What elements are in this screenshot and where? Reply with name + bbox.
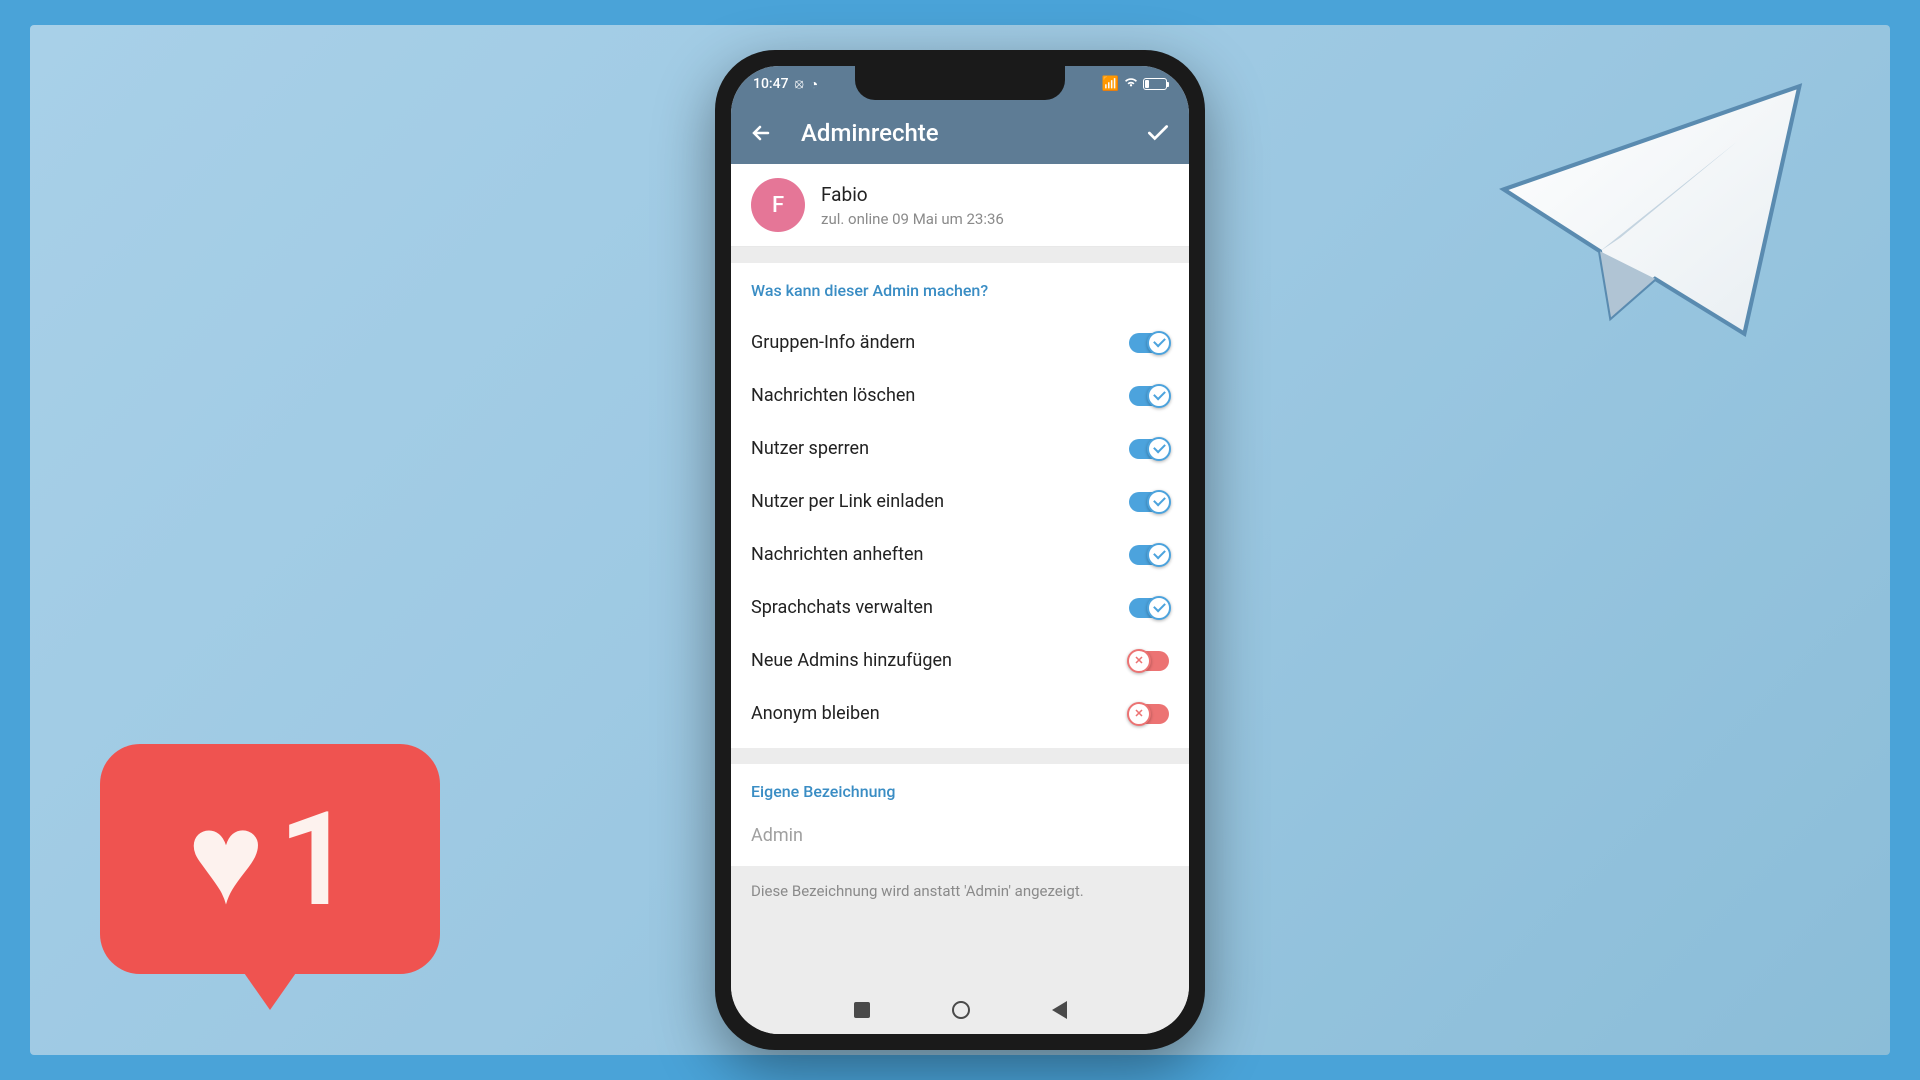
permission-label: Nachrichten löschen xyxy=(751,385,915,406)
user-card[interactable]: F Fabio zul. online 09 Mai um 23:36 xyxy=(731,164,1189,247)
back-button[interactable] xyxy=(749,121,773,145)
custom-title-section: Eigene Bezeichnung xyxy=(731,764,1189,866)
permission-row: Anonym bleiben xyxy=(751,687,1169,740)
page-title: Adminrechte xyxy=(801,119,1117,147)
permission-label: Nutzer per Link einladen xyxy=(751,491,944,512)
permission-toggle[interactable] xyxy=(1129,492,1169,512)
phone-notch xyxy=(855,66,1065,100)
permission-row: Nachrichten löschen xyxy=(751,369,1169,422)
permission-toggle[interactable] xyxy=(1129,598,1169,618)
permission-label: Sprachchats verwalten xyxy=(751,597,933,618)
permission-row: Nutzer sperren xyxy=(751,422,1169,475)
battery-icon xyxy=(1143,78,1167,90)
phone-device-frame: 10:47 ⦻ ◔ 📶 Adminrechte xyxy=(715,50,1205,1050)
nav-back-button[interactable] xyxy=(1052,1001,1067,1019)
alarm-off-icon: ⦻ xyxy=(795,76,804,92)
permission-row: Sprachchats verwalten xyxy=(751,581,1169,634)
permission-label: Nachrichten anheften xyxy=(751,544,923,565)
permission-toggle[interactable] xyxy=(1129,333,1169,353)
status-time: 10:47 xyxy=(753,76,789,92)
permission-label: Gruppen-Info ändern xyxy=(751,332,915,353)
permission-toggle[interactable] xyxy=(1129,386,1169,406)
wifi-icon xyxy=(1123,76,1139,92)
permission-label: Nutzer sperren xyxy=(751,438,869,459)
permission-toggle[interactable] xyxy=(1129,439,1169,459)
custom-title-hint: Diese Bezeichnung wird anstatt 'Admin' a… xyxy=(731,866,1189,916)
like-notification-badge: ♥ 1 xyxy=(100,744,440,1010)
heart-icon: ♥ xyxy=(187,794,264,924)
telegram-logo-icon xyxy=(1490,70,1820,354)
permission-toggle[interactable] xyxy=(1129,545,1169,565)
nav-home-button[interactable] xyxy=(952,1001,970,1019)
custom-title-heading: Eigene Bezeichnung xyxy=(751,782,1169,801)
like-count: 1 xyxy=(278,783,352,936)
permissions-section: Was kann dieser Admin machen? Gruppen-In… xyxy=(731,263,1189,748)
permission-label: Neue Admins hinzufügen xyxy=(751,650,952,671)
permission-row: Nachrichten anheften xyxy=(751,528,1169,581)
whatsapp-icon: ◔ xyxy=(810,76,818,93)
confirm-button[interactable] xyxy=(1145,120,1171,146)
user-name: Fabio xyxy=(821,183,1004,206)
avatar: F xyxy=(751,178,805,232)
permission-row: Neue Admins hinzufügen xyxy=(751,634,1169,687)
custom-title-input[interactable] xyxy=(751,817,1169,854)
nav-recent-button[interactable] xyxy=(854,1002,870,1018)
permission-label: Anonym bleiben xyxy=(751,703,880,724)
permission-row: Nutzer per Link einladen xyxy=(751,475,1169,528)
signal-icon: 📶 xyxy=(1102,76,1119,92)
user-last-seen: zul. online 09 Mai um 23:36 xyxy=(821,210,1004,228)
permission-toggle[interactable] xyxy=(1129,704,1169,724)
app-header: Adminrechte xyxy=(731,102,1189,164)
permission-row: Gruppen-Info ändern xyxy=(751,316,1169,369)
permissions-heading: Was kann dieser Admin machen? xyxy=(751,281,1169,300)
permission-toggle[interactable] xyxy=(1129,651,1169,671)
android-nav-bar xyxy=(731,986,1189,1034)
